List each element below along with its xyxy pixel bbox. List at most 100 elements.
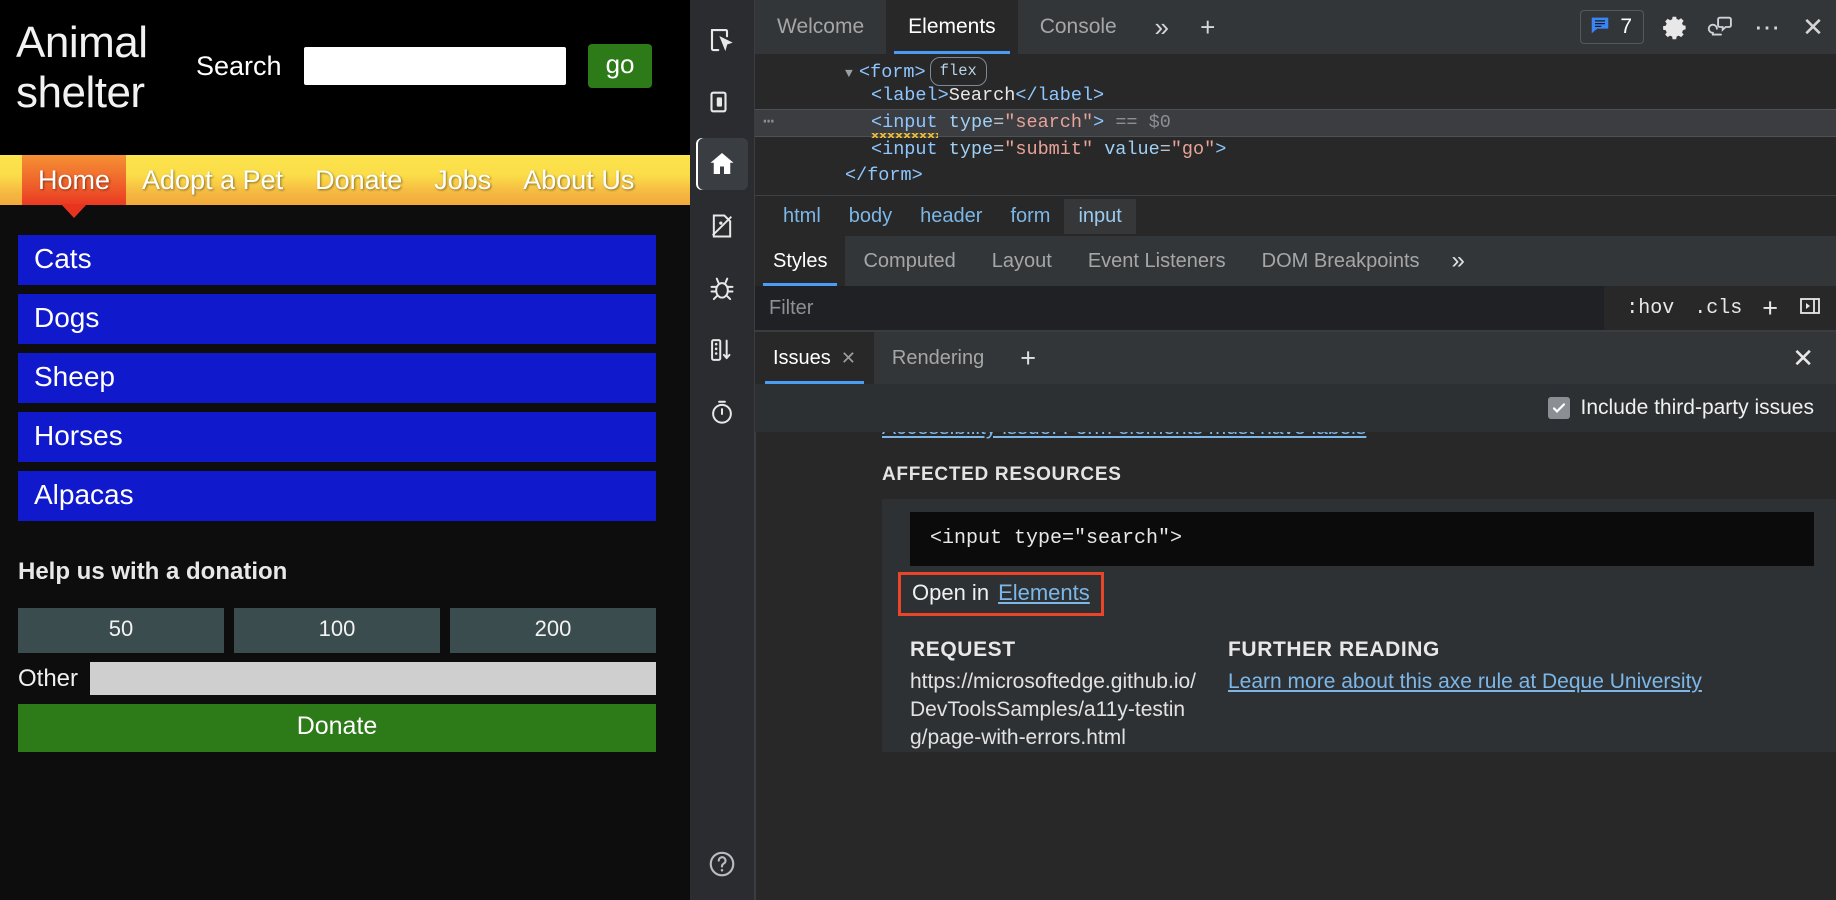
list-item[interactable]: Alpacas [18,471,656,521]
dom-attr-value: "submit" [1004,139,1093,160]
sibling-ellipsis-icon[interactable]: ⋯ [763,110,776,136]
issue-detail-columns: REQUEST https://microsoftedge.github.io/… [910,638,1836,752]
donation-amount-200[interactable]: 200 [450,608,656,653]
tab-layout[interactable]: Layout [974,236,1070,286]
affected-resources-heading: AFFECTED RESOURCES [882,464,1836,486]
tab-event-listeners[interactable]: Event Listeners [1070,236,1244,286]
help-icon[interactable] [696,838,748,890]
styles-filter-bar: :hov .cls + [755,286,1836,331]
debugger-bug-icon[interactable] [696,262,748,314]
issue-title-link-truncated[interactable]: Accessibility issue: Form elements must … [882,432,1836,442]
donation-amount-50[interactable]: 50 [18,608,224,653]
dom-tag-open: <input [871,139,938,160]
dom-attr-name: value [1104,139,1160,160]
list-item[interactable]: Dogs [18,294,656,344]
breadcrumb-html[interactable]: html [769,199,835,234]
dom-attr-eq: = [1160,139,1171,160]
site-header: Animal shelter Search go [0,0,690,155]
search-submit-button[interactable]: go [588,44,653,88]
dom-attr-eq: = [993,112,1004,133]
styles-filter-tools: :hov .cls + [1604,286,1836,330]
further-reading-column: FURTHER READING Learn more about this ax… [1228,638,1836,752]
more-panes-chevron-icon[interactable]: » [1438,236,1479,286]
drawer-tabbar: Issues ✕ Rendering + ✕ [755,332,1836,384]
tab-rendering[interactable]: Rendering [874,332,1002,384]
hov-toggle-button[interactable]: :hov [1626,297,1674,320]
include-third-party-label: Include third-party issues [1581,396,1814,420]
performance-timer-icon[interactable] [696,386,748,438]
dom-attr-name: type [949,112,993,133]
donate-submit-button[interactable]: Donate [18,704,656,752]
dom-tree-row[interactable]: <label>Search</label> [755,83,1836,109]
dom-tree-row-selected[interactable]: ⋯<input type="search"> == $0 [755,109,1836,137]
issues-message-icon [1589,14,1611,41]
filter-input[interactable] [755,286,1604,330]
include-third-party-checkbox[interactable] [1548,397,1570,419]
toggle-sidebar-icon[interactable] [1798,294,1822,323]
dom-tree-row[interactable]: ▼<form>flex [755,57,1836,83]
breadcrumb-input[interactable]: input [1064,199,1135,234]
device-toolbar-icon[interactable] [696,76,748,128]
feedback-icon[interactable] [1698,0,1744,54]
ellipsis-icon[interactable]: ⋯ [1744,0,1790,54]
dom-tree-row[interactable]: <input type="submit" value="go"> [755,137,1836,163]
drawer-tabbar-spacer [1054,332,1770,384]
new-style-rule-button[interactable]: + [1762,295,1778,322]
donation-other-row: Other [18,662,656,695]
accessibility-icon[interactable] [696,200,748,252]
site-nav: Home Adopt a Pet Donate Jobs About Us [0,155,690,205]
dom-attr-name: type [949,139,993,160]
flex-badge[interactable]: flex [930,57,987,86]
cls-toggle-button[interactable]: .cls [1694,297,1742,320]
add-tab-icon[interactable]: + [1185,0,1231,54]
search-input[interactable] [304,47,566,85]
donation-amount-100[interactable]: 100 [234,608,440,653]
inspect-element-icon[interactable] [696,14,748,66]
open-in-elements-link[interactable]: Elements [998,580,1090,606]
dom-tag: </form> [845,165,923,186]
nav-item-about-us[interactable]: About Us [507,155,650,205]
brand-line-1: Animal [16,18,196,68]
issue-detail-inner: Accessibility issue: Form elements must … [778,432,1836,752]
further-reading-link[interactable]: Learn more about this axe rule at Deque … [1228,668,1702,696]
tab-elements[interactable]: Elements [886,0,1018,54]
gear-icon[interactable] [1652,0,1698,54]
donation-other-label: Other [18,665,78,693]
dom-tag: <form> [859,62,926,83]
breadcrumb-header[interactable]: header [906,199,996,234]
breadcrumb-body[interactable]: body [835,199,906,234]
breadcrumb-form[interactable]: form [996,199,1064,234]
tab-issues[interactable]: Issues ✕ [755,332,874,384]
dom-tag-end: > [1093,112,1104,133]
styles-pane-tabbar: Styles Computed Layout Event Listeners D… [755,236,1836,286]
tab-styles[interactable]: Styles [755,236,845,286]
tab-computed[interactable]: Computed [845,236,973,286]
dom-tree-row[interactable]: </form> [755,163,1836,189]
third-party-filter-row: Include third-party issues [755,384,1836,432]
network-icon[interactable] [696,324,748,376]
home-icon[interactable] [696,138,748,190]
request-heading: REQUEST [910,638,1200,662]
nav-item-donate[interactable]: Donate [299,155,418,205]
nav-item-jobs[interactable]: Jobs [418,155,507,205]
tab-console[interactable]: Console [1018,0,1139,54]
nav-item-adopt-a-pet[interactable]: Adopt a Pet [126,155,299,205]
list-item[interactable]: Horses [18,412,656,462]
status-badge[interactable]: 7 [1580,10,1644,44]
more-tabs-chevron-icon[interactable]: » [1139,0,1185,54]
tab-welcome[interactable]: Welcome [755,0,886,54]
request-column: REQUEST https://microsoftedge.github.io/… [910,638,1200,752]
donation-other-input[interactable] [90,662,656,695]
list-item[interactable]: Sheep [18,353,656,403]
dom-selected-ref: == $0 [1115,112,1171,133]
close-icon[interactable]: ✕ [841,348,856,369]
list-item[interactable]: Cats [18,235,656,285]
further-reading-heading: FURTHER READING [1228,638,1836,662]
add-drawer-tab-icon[interactable]: + [1002,332,1054,384]
close-icon[interactable]: ✕ [1790,0,1836,54]
close-drawer-icon[interactable]: ✕ [1770,332,1836,384]
issues-count: 7 [1620,15,1632,39]
dom-tag-close: </label> [1015,85,1104,106]
nav-item-home[interactable]: Home [22,155,126,205]
tab-dom-breakpoints[interactable]: DOM Breakpoints [1244,236,1438,286]
